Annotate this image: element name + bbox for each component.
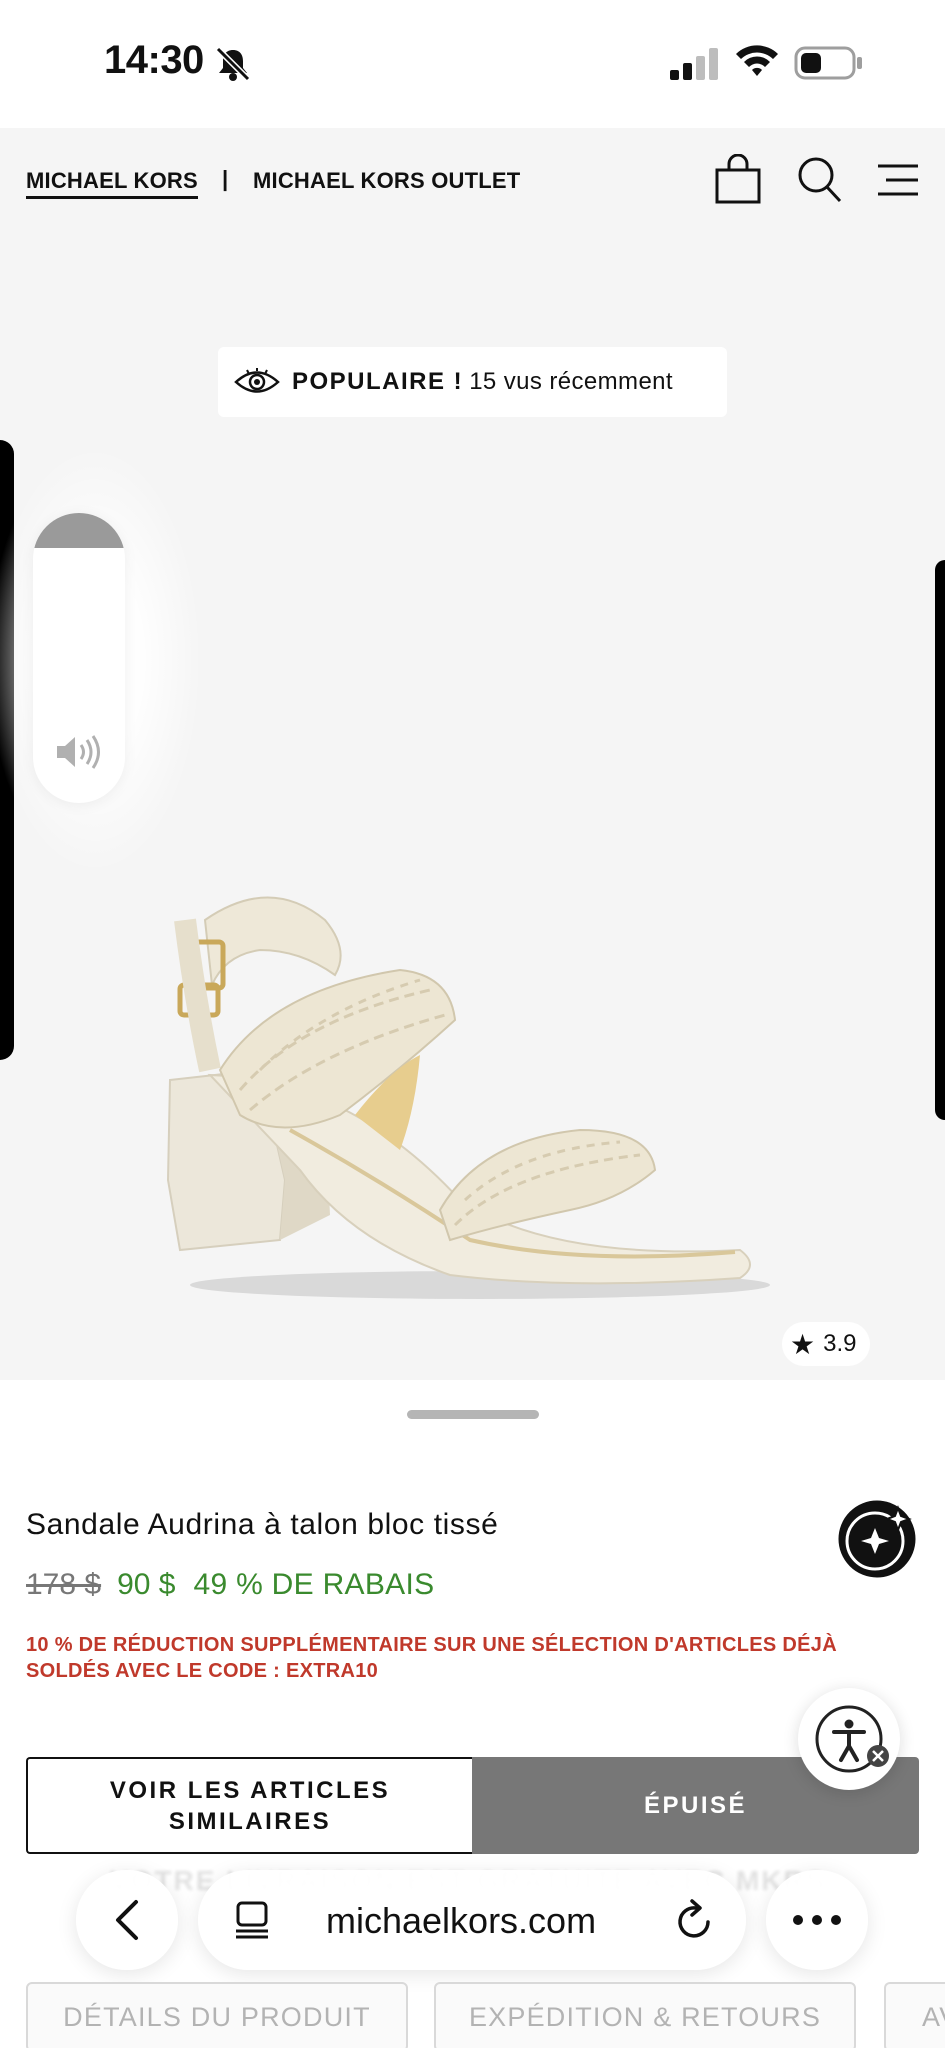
speaker-icon	[57, 735, 100, 769]
site-header: MICHAEL KORS | MICHAEL KORS OUTLET	[0, 128, 945, 238]
eye-icon	[234, 368, 280, 393]
chevron-left-icon	[116, 1900, 138, 1940]
more-dots-icon	[793, 1915, 841, 1925]
bell-slash-icon	[215, 46, 251, 82]
rating-badge[interactable]: ★ 3.9	[782, 1322, 871, 1366]
menu-icon[interactable]	[872, 154, 924, 206]
status-time: 14:30	[104, 38, 204, 82]
price-row: 178 $ 90 $ 49 % DE RABAIS	[26, 1568, 434, 1602]
popular-detail: 15 vus récemment	[469, 368, 674, 395]
shopping-bag-icon[interactable]	[712, 154, 764, 206]
browser-back-button[interactable]	[76, 1870, 178, 1970]
battery-icon	[794, 46, 862, 80]
device-edge-right	[935, 560, 945, 1120]
accessibility-icon	[815, 1705, 889, 1773]
cellular-signal-icon	[670, 48, 718, 80]
reload-icon[interactable]	[674, 1898, 716, 1942]
url-text: michaelkors.com	[326, 1900, 597, 1941]
search-icon[interactable]	[794, 154, 846, 206]
browser-more-button[interactable]	[766, 1870, 868, 1970]
address-bar[interactable]: michaelkors.com	[198, 1870, 746, 1970]
brand-separator: |	[222, 166, 229, 191]
brand-link-main[interactable]: MICHAEL KORS	[26, 168, 198, 199]
volume-level	[33, 513, 125, 548]
sparkle-badge-icon[interactable]	[836, 1498, 918, 1580]
view-similar-button[interactable]: VOIR LES ARTICLES SIMILAIRES	[26, 1757, 472, 1854]
rating-value: 3.9	[823, 1330, 857, 1357]
volume-slider[interactable]	[33, 513, 125, 803]
promo-message: 10 % DE RÉDUCTION SUPPLÉMENTAIRE SUR UNE…	[26, 1634, 837, 1682]
view-similar-line2: SIMILAIRES	[168, 1807, 332, 1835]
star-icon: ★	[790, 1328, 816, 1360]
popular-badge: POPULAIRE ! 15 vus récemment	[218, 347, 727, 417]
sale-price: 90 $	[117, 1568, 176, 1601]
original-price: 178 $	[26, 1568, 102, 1601]
tab-reviews[interactable]: AV	[884, 1982, 945, 2048]
tab-shipping-returns[interactable]: EXPÉDITION & RETOURS	[434, 1982, 856, 2048]
popular-label: POPULAIRE !	[292, 368, 464, 395]
product-title: Sandale Audrina à talon bloc tissé	[26, 1508, 499, 1541]
wifi-icon	[736, 45, 778, 76]
sheet-handle[interactable]	[407, 1410, 539, 1419]
tab-product-details[interactable]: DÉTAILS DU PRODUIT	[26, 1982, 408, 2048]
discount-label: 49 % DE RABAIS	[193, 1568, 435, 1601]
product-image-sandal[interactable]	[150, 880, 790, 1320]
reader-mode-icon[interactable]	[232, 1900, 272, 1940]
brand-link-outlet[interactable]: MICHAEL KORS OUTLET	[253, 168, 520, 194]
status-bar: 14:30	[0, 0, 945, 128]
view-similar-line1: VOIR LES ARTICLES	[109, 1776, 391, 1804]
accessibility-button[interactable]	[798, 1688, 900, 1790]
